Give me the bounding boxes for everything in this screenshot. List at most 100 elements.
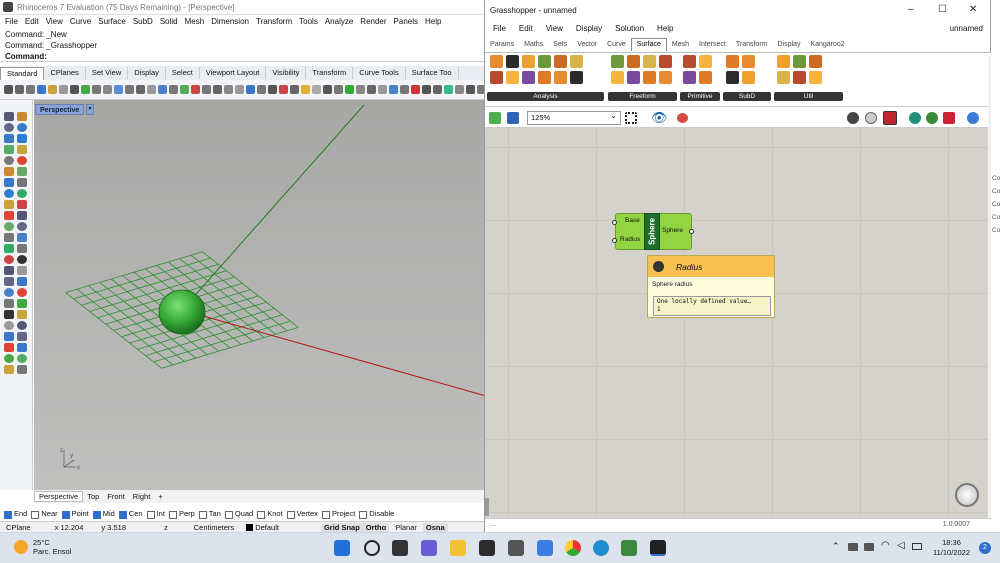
gh-tab-vector[interactable]: Vector <box>572 41 602 48</box>
osnap-vertex[interactable]: Vertex <box>286 509 318 519</box>
left-tool-icon[interactable] <box>17 145 27 154</box>
left-tool-icon[interactable] <box>4 354 14 363</box>
component-icon[interactable] <box>777 71 790 84</box>
close-icon[interactable]: ✕ <box>969 4 977 15</box>
preview-selected-icon[interactable] <box>926 112 938 124</box>
component-icon[interactable] <box>506 71 519 84</box>
grasshopper-taskbar-icon[interactable] <box>621 540 637 556</box>
navigation-widget-icon[interactable] <box>955 483 979 507</box>
toolbar-tool-icon[interactable] <box>125 85 134 94</box>
left-tool-icon[interactable] <box>17 244 27 253</box>
toolbar-tab-visibility[interactable]: Visibility <box>266 67 307 79</box>
component-icon[interactable] <box>699 71 712 84</box>
input-base-grip[interactable] <box>612 220 617 225</box>
osnap-checkbox[interactable] <box>224 510 233 519</box>
toolbar-tool-icon[interactable] <box>191 85 200 94</box>
command-prompt[interactable]: Command: <box>5 51 481 62</box>
gh-tab-sets[interactable]: Sets <box>548 41 572 48</box>
teams-chat-icon[interactable] <box>421 540 437 556</box>
toolbar-tool-icon[interactable] <box>444 85 453 94</box>
preview-wireframe-icon[interactable] <box>865 112 877 124</box>
left-tool-icon[interactable] <box>4 222 14 231</box>
gh-menu-display[interactable]: Display <box>576 24 602 33</box>
preview-mesh-icon[interactable] <box>909 112 921 124</box>
osnap-mid[interactable]: Mid <box>92 509 115 519</box>
perspective-viewport[interactable]: z y x <box>34 100 486 490</box>
osnap-checkbox[interactable] <box>4 510 12 519</box>
component-icon[interactable] <box>506 55 519 68</box>
left-tool-icon[interactable] <box>17 321 27 330</box>
left-tool-icon[interactable] <box>4 145 14 154</box>
left-tool-icon[interactable] <box>4 343 14 352</box>
toolbar-tool-icon[interactable] <box>180 85 189 94</box>
edge-browser-icon[interactable] <box>593 540 609 556</box>
toolbar-tool-icon[interactable] <box>345 85 354 94</box>
left-tool-icon[interactable] <box>17 112 27 121</box>
maximize-icon[interactable]: ☐ <box>938 4 947 15</box>
osnap-checkbox[interactable] <box>168 510 177 519</box>
component-icon[interactable] <box>683 71 696 84</box>
toolbar-tool-icon[interactable] <box>15 85 24 94</box>
osnap-checkbox[interactable] <box>92 510 101 519</box>
component-icon[interactable] <box>659 71 672 84</box>
osnap-checkbox[interactable] <box>61 510 70 519</box>
left-tool-icon[interactable] <box>17 343 27 352</box>
osnap-int[interactable]: Int <box>146 509 165 519</box>
status-units[interactable]: Centimeters <box>174 523 240 532</box>
gh-document-name[interactable]: unnamed <box>950 24 983 33</box>
left-tool-icon[interactable] <box>4 288 14 297</box>
toolbar-tool-icon[interactable] <box>92 85 101 94</box>
component-icon[interactable] <box>538 71 551 84</box>
toolbar-tool-icon[interactable] <box>455 85 464 94</box>
osnap-checkbox[interactable] <box>359 510 368 519</box>
left-tool-icon[interactable] <box>17 299 27 308</box>
component-icon[interactable] <box>611 55 624 68</box>
component-icon[interactable] <box>699 55 712 68</box>
start-button-icon[interactable] <box>334 540 350 556</box>
battery-icon[interactable] <box>912 543 922 550</box>
tray-icon[interactable] <box>864 543 874 551</box>
component-icon[interactable] <box>809 71 822 84</box>
viewport-tab-perspective[interactable]: Perspective <box>34 491 84 502</box>
component-icon[interactable] <box>793 71 806 84</box>
left-tool-icon[interactable] <box>17 365 27 374</box>
toolbar-tool-icon[interactable] <box>114 85 123 94</box>
left-tool-icon[interactable] <box>4 266 14 275</box>
component-icon[interactable] <box>538 55 551 68</box>
task-view-icon[interactable] <box>392 540 408 556</box>
left-tool-icon[interactable] <box>4 310 14 319</box>
rhino-menu-mesh[interactable]: Mesh <box>185 17 205 26</box>
toolbar-tab-display[interactable]: Display <box>128 67 166 79</box>
preview-eye-icon[interactable]: 👁 <box>651 110 668 126</box>
minimize-icon[interactable]: – <box>908 4 914 15</box>
gh-tab-maths[interactable]: Maths <box>519 41 548 48</box>
rhino-command-area[interactable]: Command: _New Command: _Grasshopper Comm… <box>0 28 486 62</box>
osnap-checkbox[interactable] <box>257 510 266 519</box>
toolbar-tool-icon[interactable] <box>235 85 244 94</box>
component-icon[interactable] <box>809 55 822 68</box>
left-tool-icon[interactable] <box>4 189 14 198</box>
toolbar-tab-viewport-layout[interactable]: Viewport Layout <box>200 67 267 79</box>
toolbar-tool-icon[interactable] <box>169 85 178 94</box>
left-tool-icon[interactable] <box>17 134 27 143</box>
component-icon[interactable] <box>643 55 656 68</box>
toolbar-tool-icon[interactable] <box>70 85 79 94</box>
component-icon[interactable] <box>726 55 739 68</box>
viewport-tab-front[interactable]: Front <box>103 492 129 501</box>
toolbar-tool-icon[interactable] <box>389 85 398 94</box>
toolbar-tool-icon[interactable] <box>81 85 90 94</box>
left-tool-icon[interactable] <box>4 178 14 187</box>
gh-menu-view[interactable]: View <box>546 24 563 33</box>
toolbar-tool-icon[interactable] <box>257 85 266 94</box>
rhino-menu-tools[interactable]: Tools <box>299 17 318 26</box>
osnap-tan[interactable]: Tan <box>198 509 221 519</box>
rhino-menu-analyze[interactable]: Analyze <box>325 17 353 26</box>
osnap-checkbox[interactable] <box>198 510 207 519</box>
status-layer[interactable]: Default <box>240 523 285 532</box>
output-sphere-grip[interactable] <box>689 229 694 234</box>
gh-tab-intersect[interactable]: Intersect <box>694 41 731 48</box>
left-tool-icon[interactable] <box>4 321 14 330</box>
rhino-menu-panels[interactable]: Panels <box>394 17 418 26</box>
toolbar-tool-icon[interactable] <box>224 85 233 94</box>
osnap-cen[interactable]: Cen <box>118 509 143 519</box>
